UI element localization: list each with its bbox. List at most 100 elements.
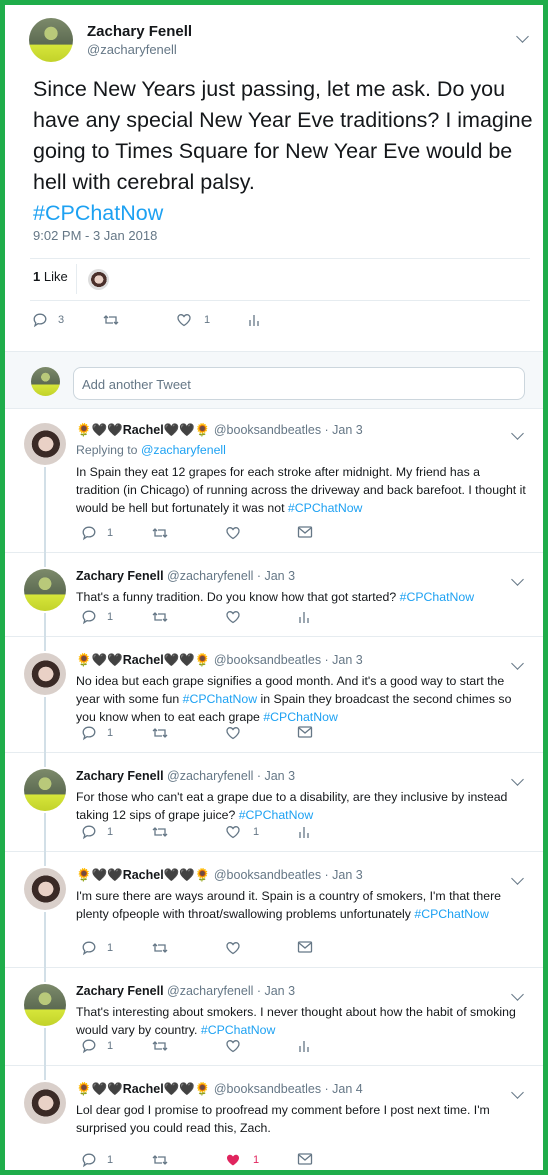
mention-link[interactable]: @zacharyfenell [141, 443, 226, 457]
reply-tweet[interactable]: 🌻🖤🖤Rachel🖤🖤🌻 @booksandbeatles · Jan 3 No … [5, 637, 543, 767]
reply-button[interactable]: 1 [81, 725, 113, 741]
retweet-button[interactable] [151, 1038, 169, 1054]
reply-avatar[interactable] [24, 653, 66, 695]
reply-button[interactable]: 1 [81, 1152, 113, 1168]
reply-icon [82, 941, 96, 956]
reply-tweet[interactable]: 🌻🖤🖤Rachel🖤🖤🌻 @booksandbeatles · Jan 3 I'm… [5, 852, 543, 982]
direct-message-button[interactable] [297, 525, 313, 539]
hashtag-link[interactable]: #CPChatNow [400, 590, 475, 604]
like-button[interactable] [225, 525, 253, 541]
reply-button[interactable]: 1 [81, 609, 113, 625]
retweet-button[interactable] [151, 525, 169, 541]
reply-author[interactable]: 🌻🖤🖤Rachel🖤🖤🌻 @booksandbeatles · Jan 3 [76, 868, 363, 883]
chevron-down-icon[interactable] [511, 773, 524, 786]
likes-summary[interactable]: 1 Like [33, 269, 68, 284]
like-button[interactable] [225, 725, 253, 741]
hashtag-link[interactable]: #CPChatNow [239, 808, 314, 822]
reply-tweet[interactable]: 🌻🖤🖤Rachel🖤🖤🌻 @booksandbeatles · Jan 3 Rep… [5, 407, 543, 567]
reply-author-name: 🌻🖤🖤Rachel🖤🖤🌻 [76, 868, 211, 882]
chevron-down-icon[interactable] [511, 988, 524, 1001]
reply-tweet[interactable]: Zachary Fenell @zacharyfenell · Jan 3 Tha… [5, 553, 543, 651]
reply-avatar[interactable] [24, 769, 66, 811]
own-avatar[interactable] [31, 367, 60, 396]
thread-line [44, 753, 46, 767]
analytics-icon [299, 827, 309, 838]
reply-author[interactable]: Zachary Fenell @zacharyfenell · Jan 3 [76, 769, 295, 783]
hashtag-link[interactable]: #CPChatNow [201, 1023, 276, 1037]
add-tweet-input[interactable]: Add another Tweet [73, 367, 525, 400]
retweet-button[interactable] [151, 824, 169, 840]
retweet-button[interactable] [151, 1152, 169, 1168]
reply-button[interactable]: 3 [32, 312, 64, 328]
chevron-down-icon[interactable] [511, 872, 524, 885]
reply-button[interactable]: 1 [81, 940, 113, 956]
hashtag-link[interactable]: #CPChatNow [414, 907, 489, 921]
reply-author[interactable]: 🌻🖤🖤Rachel🖤🖤🌻 @booksandbeatles · Jan 4 [76, 1082, 363, 1097]
thread-line [44, 467, 46, 567]
reply-button[interactable]: 1 [81, 525, 113, 541]
reply-avatar[interactable] [24, 1082, 66, 1124]
tweet-timestamp[interactable]: 9:02 PM - 3 Jan 2018 [33, 228, 157, 243]
message-icon [297, 526, 313, 538]
author-avatar[interactable] [29, 18, 73, 62]
reply-avatar[interactable] [24, 569, 66, 611]
author-name[interactable]: Zachary Fenell [87, 23, 192, 40]
retweet-icon [152, 827, 168, 837]
like-button[interactable] [225, 940, 253, 956]
chevron-down-icon[interactable] [511, 427, 524, 440]
reply-button[interactable]: 1 [81, 1038, 113, 1054]
analytics-button[interactable] [297, 1038, 311, 1054]
retweet-button[interactable] [151, 725, 169, 741]
thread-line [44, 1066, 46, 1080]
hashtag-link[interactable]: #CPChatNow [288, 501, 363, 515]
retweet-icon [152, 1041, 168, 1051]
reply-author-name: Zachary Fenell [76, 569, 164, 583]
retweet-icon [152, 1155, 168, 1165]
retweet-button[interactable] [151, 940, 169, 956]
hashtag-link[interactable]: #CPChatNow [183, 692, 258, 706]
like-icon [226, 727, 240, 740]
reply-handle-date: @booksandbeatles · Jan 4 [213, 1082, 363, 1096]
reply-button[interactable]: 1 [81, 824, 113, 840]
reply-avatar[interactable] [24, 984, 66, 1026]
retweet-button[interactable] [151, 609, 169, 625]
reply-handle-date: @booksandbeatles · Jan 3 [213, 423, 363, 437]
reply-text: I'm sure there are ways around it. Spain… [76, 889, 502, 921]
chevron-down-icon[interactable] [511, 573, 524, 586]
analytics-button[interactable] [297, 824, 311, 840]
like-icon [227, 1154, 239, 1166]
author-handle[interactable]: @zacharyfenell [87, 42, 177, 57]
analytics-button[interactable] [247, 312, 261, 328]
reply-author[interactable]: 🌻🖤🖤Rachel🖤🖤🌻 @booksandbeatles · Jan 3 [76, 423, 363, 438]
like-icon [226, 942, 240, 955]
liker-avatar[interactable] [88, 269, 109, 290]
compose-reply-bar: Add another Tweet [5, 351, 543, 409]
like-button[interactable]: 1 [176, 312, 210, 328]
like-button[interactable] [225, 1038, 253, 1054]
reply-author[interactable]: Zachary Fenell @zacharyfenell · Jan 3 [76, 569, 295, 583]
reply-tweet[interactable]: Zachary Fenell @zacharyfenell · Jan 3 Tha… [5, 968, 543, 1080]
thread-line [44, 553, 46, 567]
reply-author[interactable]: 🌻🖤🖤Rachel🖤🖤🌻 @booksandbeatles · Jan 3 [76, 653, 363, 668]
reply-tweet[interactable]: Zachary Fenell @zacharyfenell · Jan 3 For… [5, 753, 543, 866]
hashtag-link[interactable]: #CPChatNow [33, 201, 163, 225]
chevron-down-icon[interactable] [511, 657, 524, 670]
like-button[interactable]: 1 [225, 1152, 259, 1168]
reply-avatar[interactable] [24, 868, 66, 910]
reply-author[interactable]: Zachary Fenell @zacharyfenell · Jan 3 [76, 984, 295, 998]
reply-icon [82, 526, 96, 541]
reply-handle-date: @zacharyfenell · Jan 3 [167, 769, 296, 783]
reply-tweet[interactable]: 🌻🖤🖤Rachel🖤🖤🌻 @booksandbeatles · Jan 4 Lol… [5, 1066, 543, 1170]
direct-message-button[interactable] [297, 1152, 313, 1166]
chevron-down-icon[interactable] [516, 30, 529, 43]
direct-message-button[interactable] [297, 725, 313, 739]
reply-avatar[interactable] [24, 423, 66, 465]
like-button[interactable]: 1 [225, 824, 259, 840]
hashtag-link[interactable]: #CPChatNow [263, 710, 338, 724]
retweet-icon [152, 728, 168, 738]
like-button[interactable] [225, 609, 253, 625]
retweet-button[interactable] [102, 312, 120, 328]
chevron-down-icon[interactable] [511, 1086, 524, 1099]
direct-message-button[interactable] [297, 940, 313, 954]
analytics-button[interactable] [297, 609, 311, 625]
